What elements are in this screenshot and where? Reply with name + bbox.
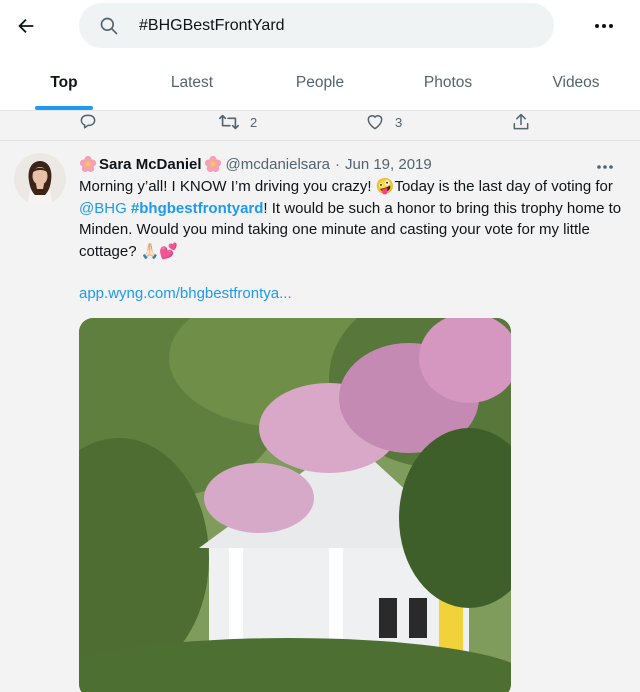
more-options-button[interactable] [590,12,618,40]
tab-label: Videos [552,74,600,91]
more-horizontal-icon [597,165,613,169]
tweet-more-button[interactable] [596,157,620,173]
flower-emoji-icon [204,155,221,173]
separator-dot: · [334,155,340,173]
search-icon [100,17,118,35]
search-tabs: Top Latest People Photos Videos [0,60,640,110]
search-box[interactable] [79,3,554,48]
tab-label: Photos [423,74,473,91]
tweet-text-segment: Today is the last day of voting for [394,178,613,195]
profile-photo-icon [14,153,66,205]
pray-heart-emoji: 🙏🏻💕 [140,242,179,260]
like-button[interactable]: 3 [365,112,402,132]
tweet-text-segment: Morning y’all! I KNOW I’m driving you cr… [79,178,376,195]
author-name[interactable]: Sara McDaniel [99,156,202,173]
tweet-text: Morning y’all! I KNOW I’m driving you cr… [79,176,624,262]
tweet[interactable]: Sara McDaniel @mcdanielsara · Jun 19, 20… [0,141,640,692]
share-icon [513,113,529,130]
wink-emoji: 🤪 [375,178,395,195]
more-horizontal-icon [595,24,613,28]
author-handle[interactable]: @mcdanielsara [226,156,330,173]
external-link[interactable]: app.wyng.com/bhgbestfrontya... [79,285,292,302]
previous-tweet-actions: 2 3 [0,112,640,136]
tab-top[interactable]: Top [0,60,128,110]
share-button[interactable] [511,112,531,132]
reply-button[interactable] [78,112,98,132]
active-tab-indicator [35,106,93,110]
heart-icon [367,115,383,130]
top-header: Top Latest People Photos Videos [0,0,640,111]
like-count: 3 [395,114,403,130]
tweet-date[interactable]: Jun 19, 2019 [345,156,432,173]
tab-videos[interactable]: Videos [512,60,640,110]
tab-photos[interactable]: Photos [384,60,512,110]
reply-icon [80,114,96,129]
avatar[interactable] [14,153,66,205]
retweet-button[interactable]: 2 [218,112,257,132]
hashtag-link[interactable]: #bhgbestfrontyard [131,200,264,217]
retweet-count: 2 [250,114,258,130]
tab-people[interactable]: People [256,60,384,110]
arrow-left-icon [18,18,34,34]
tab-latest[interactable]: Latest [128,60,256,110]
tab-label: People [295,74,345,91]
flower-emoji-icon [79,155,97,173]
tab-label: Latest [170,74,214,91]
tweet-header: Sara McDaniel @mcdanielsara · Jun 19, 20… [79,155,432,173]
retweet-icon [219,114,239,130]
search-input[interactable] [139,3,539,48]
back-button[interactable] [12,12,40,40]
mention-link[interactable]: @BHG [79,200,127,217]
house-photo-icon [79,318,511,692]
tab-label: Top [50,74,78,91]
tweet-image[interactable] [79,318,511,692]
